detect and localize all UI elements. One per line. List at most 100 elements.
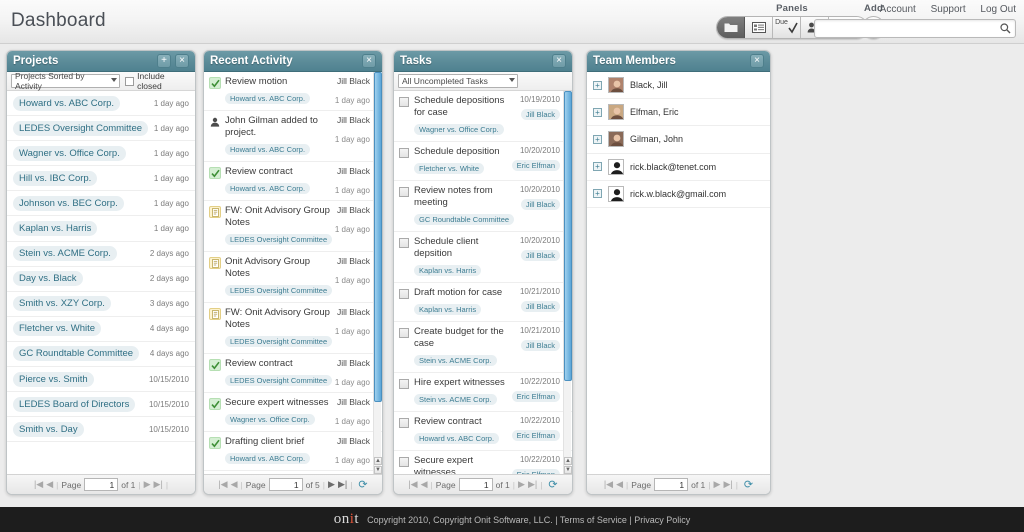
project-row[interactable]: LEDES Oversight Committee1 day ago (7, 116, 195, 141)
due-check-icon-button[interactable]: Due (773, 17, 801, 38)
account-link[interactable]: Account (880, 4, 916, 15)
task-checkbox[interactable] (399, 418, 409, 428)
task-assignee[interactable]: Jill Black (521, 109, 560, 120)
task-checkbox[interactable] (399, 187, 409, 197)
task-title[interactable]: Review notes from meeting (414, 185, 515, 209)
activity-project-tag[interactable]: Wagner vs. Office Corp. (225, 414, 315, 425)
search-input[interactable] (815, 22, 993, 39)
support-link[interactable]: Support (931, 4, 966, 15)
scroll-up-icon[interactable]: ▲ (564, 457, 572, 465)
activity-row[interactable]: Review contractHoward vs. ABC Corp.Jill … (204, 162, 382, 201)
next-page-icon[interactable]: ▶ (714, 479, 721, 490)
task-checkbox[interactable] (399, 238, 409, 248)
task-checkbox[interactable] (399, 148, 409, 158)
task-title[interactable]: Schedule depositions for case (414, 95, 515, 119)
first-page-icon[interactable]: |◀ (604, 479, 613, 490)
task-assignee[interactable]: Eric Elfman (512, 469, 560, 474)
project-row[interactable]: Howard vs. ABC Corp.1 day ago (7, 91, 195, 116)
expand-icon[interactable]: + (593, 135, 602, 144)
scroll-up-icon[interactable]: ▲ (374, 457, 382, 465)
include-closed-box[interactable] (125, 77, 134, 86)
task-row[interactable]: Draft motion for caseKaplan vs. Harris10… (394, 283, 572, 322)
projects-sort-select[interactable]: Projects Sorted by Activity (11, 74, 120, 88)
activity-project-tag[interactable]: LEDES Oversight Committee (225, 234, 332, 245)
last-page-icon[interactable]: ▶| (723, 479, 732, 490)
activity-scroll-thumb[interactable] (374, 72, 382, 402)
task-row[interactable]: Review notes from meetingGC Roundtable C… (394, 181, 572, 232)
project-name[interactable]: Johnson vs. BEC Corp. (13, 196, 124, 211)
refresh-icon[interactable]: ⟳ (744, 478, 753, 491)
task-row[interactable]: Schedule depositionFletcher vs. White10/… (394, 142, 572, 181)
project-row[interactable]: Fletcher vs. White4 days ago (7, 317, 195, 342)
task-row[interactable]: Review contractHoward vs. ABC Corp.10/22… (394, 412, 572, 451)
activity-title[interactable]: Onit Advisory Group Notes (225, 256, 331, 280)
task-project-tag[interactable]: Stein vs. ACME Corp. (414, 394, 497, 405)
close-team-icon[interactable]: × (750, 54, 764, 68)
activity-row[interactable]: FW: Onit Advisory Group NotesLEDES Overs… (204, 303, 382, 354)
task-title[interactable]: Draft motion for case (414, 287, 515, 299)
page-input[interactable] (654, 478, 688, 491)
project-name[interactable]: Wagner vs. Office Corp. (13, 146, 126, 161)
activity-title[interactable]: FW: Onit Advisory Group Notes (225, 205, 331, 229)
task-assignee[interactable]: Eric Elfman (512, 160, 560, 171)
task-checkbox[interactable] (399, 328, 409, 338)
activity-row[interactable]: Onit Advisory Group NotesLEDES Oversight… (204, 252, 382, 303)
activity-row[interactable]: Secure expert witnessesWagner vs. Office… (204, 393, 382, 432)
page-input[interactable] (84, 478, 118, 491)
close-projects-icon[interactable]: × (175, 54, 189, 68)
task-title[interactable]: Schedule deposition (414, 146, 507, 158)
team-member-name[interactable]: Elfman, Eric (630, 107, 679, 117)
next-page-icon[interactable]: ▶ (518, 479, 525, 490)
project-name[interactable]: Fletcher vs. White (13, 321, 101, 336)
team-member-row[interactable]: +Black, Jill (587, 72, 770, 99)
team-member-name[interactable]: rick.black@tenet.com (630, 162, 716, 172)
page-input[interactable] (269, 478, 303, 491)
expand-icon[interactable]: + (593, 189, 602, 198)
project-row[interactable]: Kaplan vs. Harris1 day ago (7, 216, 195, 241)
activity-title[interactable]: John Gilman added to project. (225, 115, 331, 139)
project-name[interactable]: Stein vs. ACME Corp. (13, 246, 117, 261)
folder-icon-button[interactable] (717, 17, 745, 38)
task-row[interactable]: Schedule client depsitionKaplan vs. Harr… (394, 232, 572, 283)
activity-scrollbar[interactable]: ▲ ▼ (373, 72, 381, 474)
project-name[interactable]: Hill vs. IBC Corp. (13, 171, 97, 186)
task-title[interactable]: Create budget for the case (414, 326, 515, 350)
refresh-icon[interactable]: ⟳ (358, 478, 367, 491)
project-row[interactable]: Stein vs. ACME Corp.2 days ago (7, 242, 195, 267)
team-member-row[interactable]: +Gilman, John (587, 126, 770, 153)
activity-row[interactable]: John Gilman added to project.Howard vs. … (204, 111, 382, 162)
task-project-tag[interactable]: Kaplan vs. Harris (414, 265, 481, 276)
activity-row[interactable]: Drafting client briefHoward vs. ABC Corp… (204, 432, 382, 471)
task-checkbox[interactable] (399, 379, 409, 389)
team-member-name[interactable]: Black, Jill (630, 80, 668, 90)
project-name[interactable]: GC Roundtable Committee (13, 346, 139, 361)
tasks-filter-select[interactable]: All Uncompleted Tasks (398, 74, 518, 88)
logout-link[interactable]: Log Out (980, 4, 1016, 15)
scroll-down-icon[interactable]: ▼ (564, 466, 572, 474)
task-row[interactable]: Create budget for the case Stein vs. ACME… (394, 322, 572, 373)
task-assignee[interactable]: Eric Elfman (512, 391, 560, 402)
team-member-row[interactable]: + rick.w.black@gmail.com (587, 181, 770, 208)
team-member-name[interactable]: rick.w.black@gmail.com (630, 189, 726, 199)
team-member-row[interactable]: +rick.black@tenet.com (587, 154, 770, 181)
activity-title[interactable]: Review motion (225, 76, 331, 88)
prev-page-icon[interactable]: ◀ (616, 479, 623, 490)
task-project-tag[interactable]: Stein vs. ACME Corp. (414, 355, 497, 366)
project-name[interactable]: Smith vs. XZY Corp. (13, 296, 111, 311)
first-page-icon[interactable]: |◀ (34, 479, 43, 490)
activity-title[interactable]: Drafting client brief (225, 436, 331, 448)
tasks-scrollbar[interactable]: ▲ ▼ (563, 91, 571, 474)
project-name[interactable]: Pierce vs. Smith (13, 372, 94, 387)
project-row[interactable]: Johnson vs. BEC Corp.1 day ago (7, 191, 195, 216)
refresh-icon[interactable]: ⟳ (548, 478, 557, 491)
next-page-icon[interactable]: ▶ (144, 479, 151, 490)
tasks-scroll-thumb[interactable] (564, 91, 572, 381)
task-project-tag[interactable]: Wagner vs. Office Corp. (414, 124, 504, 135)
activity-project-tag[interactable]: LEDES Oversight Committee (225, 336, 332, 347)
task-project-tag[interactable]: Fletcher vs. White (414, 163, 484, 174)
task-project-tag[interactable]: Kaplan vs. Harris (414, 304, 481, 315)
include-closed-checkbox[interactable]: Include closed (125, 71, 191, 91)
prev-page-icon[interactable]: ◀ (421, 479, 428, 490)
task-checkbox[interactable] (399, 97, 409, 107)
activity-title[interactable]: Review contract (225, 358, 331, 370)
